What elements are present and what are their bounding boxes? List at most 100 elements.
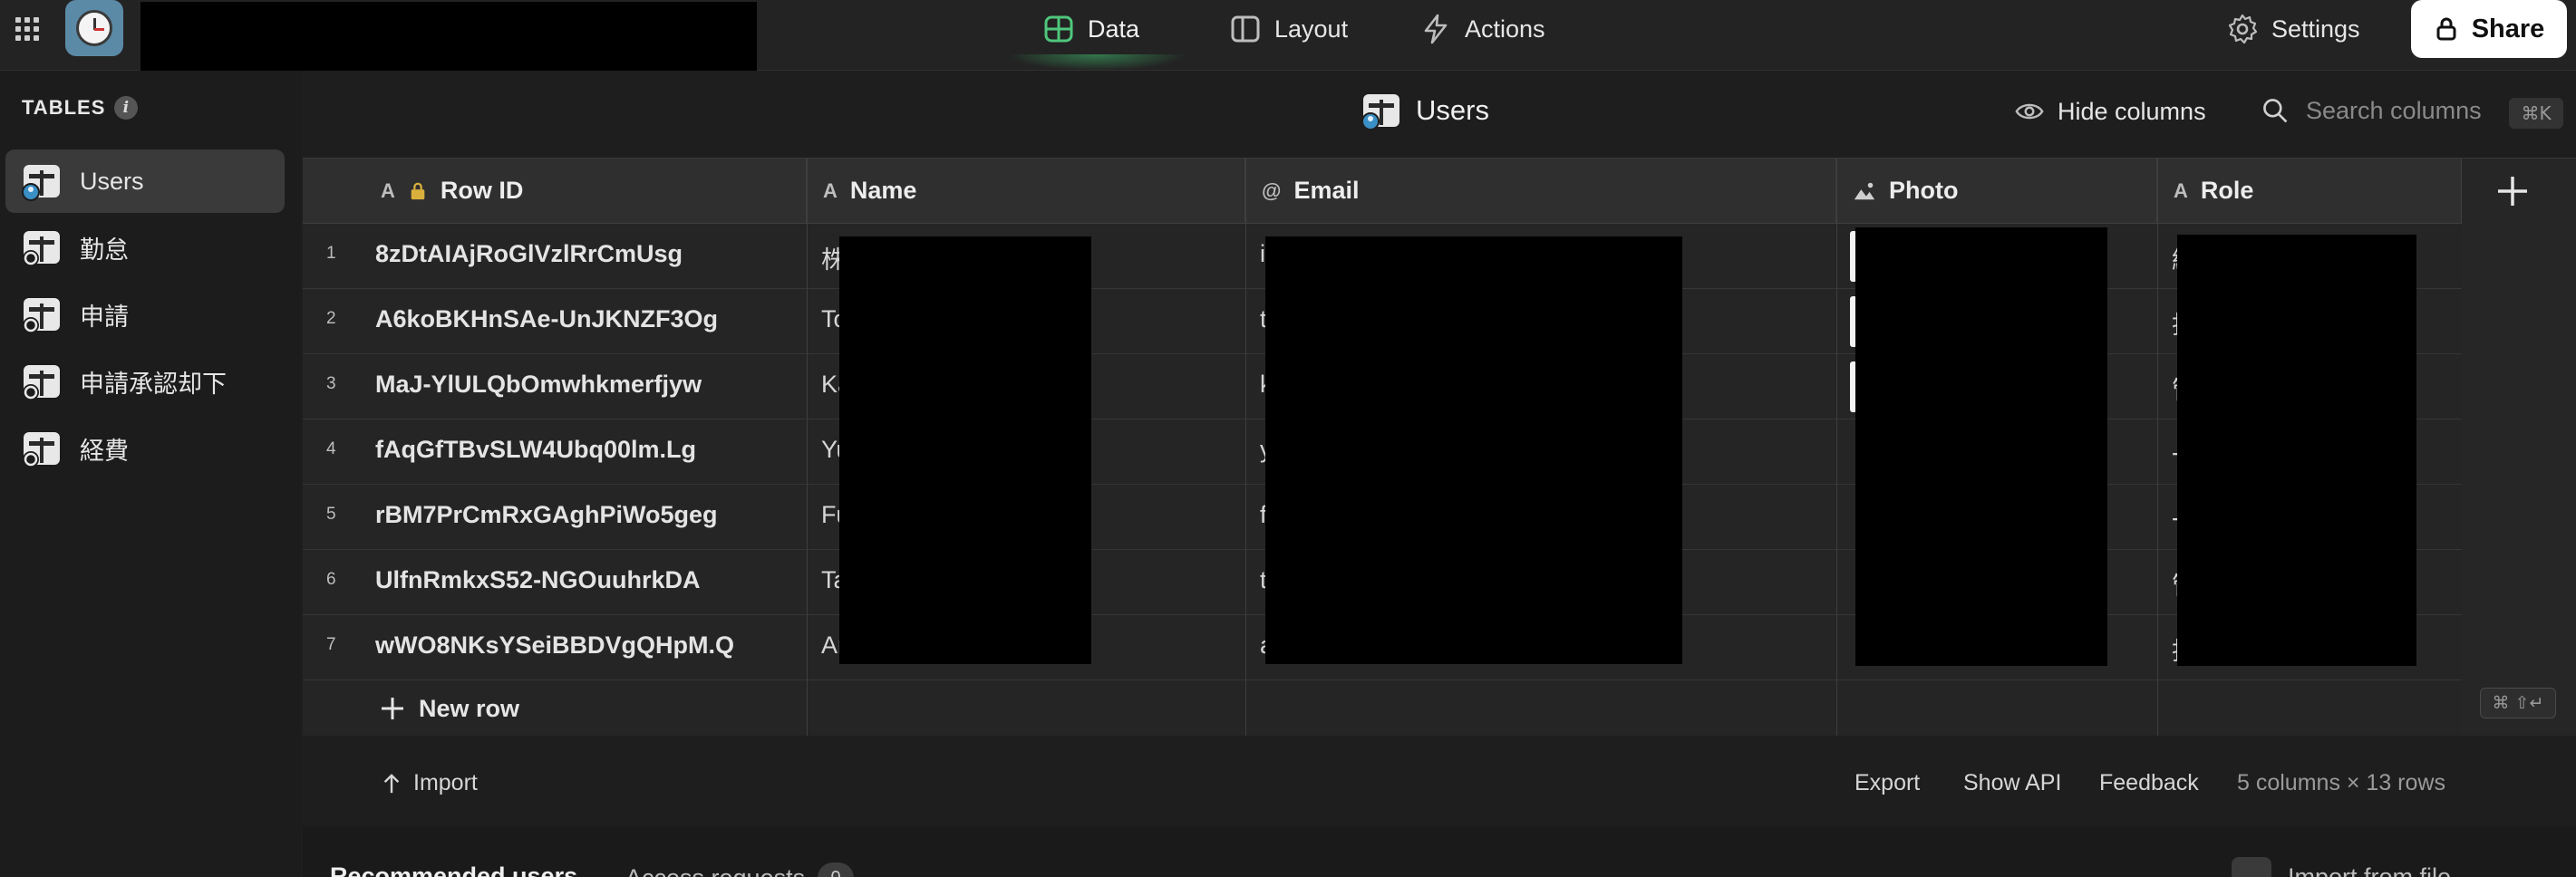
import-from-file-label: Import from file	[2288, 863, 2452, 877]
row-id-cell[interactable]: rBM7PrCmRxGAghPiWo5geg	[375, 501, 718, 529]
sidebar-item-keihi[interactable]: 経費	[5, 417, 285, 480]
text-type-icon: A	[823, 178, 838, 202]
column-header-row-id[interactable]: A Row ID	[303, 159, 807, 224]
tab-recommended-users[interactable]: Recommended users	[330, 863, 577, 877]
gear-icon	[2228, 14, 2258, 44]
row-id-cell[interactable]: fAqGfTBvSLW4Ubq00lm.Lg	[375, 436, 696, 464]
users-table-icon	[1361, 94, 1399, 130]
redacted-photo-values	[1855, 227, 2107, 666]
row-number: 7	[326, 635, 336, 654]
column-header-name[interactable]: A Name	[807, 159, 1245, 224]
tab-data-label: Data	[1088, 14, 1140, 43]
layout-icon	[1231, 15, 1260, 43]
users-table-icon	[22, 165, 60, 201]
info-icon[interactable]: i	[114, 96, 139, 120]
row-id-cell[interactable]: UlfnRmkxS52-NGOuuhrkDA	[375, 566, 701, 594]
sidebar: TABLES i Users 勤怠 申請 申請承認却下 経費	[0, 71, 301, 877]
page-title-label: Users	[1416, 94, 1489, 126]
table-link-icon	[23, 231, 60, 266]
add-column-area: ⌘ ⇧↵	[2462, 158, 2576, 736]
table-link-icon	[23, 365, 60, 400]
tab-layout[interactable]: Layout	[1229, 9, 1348, 49]
row-number: 2	[326, 309, 336, 328]
table-footer: Import Export Show API Feedback 5 column…	[303, 736, 2576, 826]
plus-icon	[382, 698, 403, 719]
settings-button[interactable]: Settings	[2226, 9, 2360, 49]
clock-icon	[76, 10, 112, 46]
hide-columns-button[interactable]: Hide columns	[2014, 96, 2206, 127]
row-number: 5	[326, 505, 336, 524]
access-requests-count-badge: 0	[818, 863, 855, 877]
tab-data[interactable]: Data	[1042, 9, 1139, 49]
redacted-name-values	[839, 236, 1091, 664]
data-grid: A Row ID A Name @ Email Photo A Role 1 8…	[303, 158, 2462, 737]
sidebar-item-shinsei[interactable]: 申請	[5, 283, 285, 346]
new-row-label: New row	[419, 694, 520, 722]
lightning-icon	[1424, 14, 1448, 44]
text-type-icon: A	[381, 178, 395, 202]
sidebar-item-shinsei-shonin[interactable]: 申請承認却下	[5, 350, 285, 413]
tab-actions[interactable]: Actions	[1419, 9, 1545, 49]
column-header-label: Photo	[1889, 177, 1959, 204]
eye-icon	[2015, 103, 2044, 120]
row-id-cell[interactable]: A6koBKHnSAe-UnJKNZF3Og	[375, 305, 718, 333]
row-id-cell[interactable]: wWO8NKsYSeiBBDVgQHpM.Q	[375, 631, 734, 660]
table-header-bar: Users Hide columns Search columns ⌘K	[301, 71, 2576, 158]
export-link[interactable]: Export	[1855, 770, 1920, 796]
sidebar-item-label: 経費	[80, 437, 129, 465]
sidebar-item-label: Users	[80, 167, 144, 195]
lock-icon	[2436, 17, 2456, 41]
row-number: 6	[326, 570, 336, 589]
table-icon	[1044, 15, 1073, 43]
access-requests-label: Access requests	[625, 864, 805, 877]
search-columns-input[interactable]: Search columns	[2261, 96, 2482, 125]
hide-columns-label: Hide columns	[2058, 97, 2206, 125]
row-id-cell[interactable]: 8zDtAIAjRoGlVzlRrCmUsg	[375, 240, 683, 268]
row-number: 4	[326, 439, 336, 458]
column-header-email[interactable]: @ Email	[1245, 159, 1836, 224]
new-row-shortcut-badge: ⌘ ⇧↵	[2480, 688, 2556, 718]
import-button[interactable]: Import	[381, 770, 478, 796]
column-header-label: Role	[2200, 177, 2254, 204]
column-divider	[1245, 159, 1246, 737]
apps-grid-icon[interactable]	[13, 14, 40, 42]
row-number: 3	[326, 374, 336, 393]
row-number: 1	[326, 244, 336, 263]
import-label: Import	[413, 770, 478, 795]
image-type-icon	[1854, 182, 1875, 199]
table-link-icon	[23, 298, 60, 333]
column-header-label: Row ID	[440, 177, 524, 204]
column-header-label: Name	[849, 177, 917, 204]
sidebar-item-label: 申請承認却下	[80, 370, 227, 398]
import-from-file-button[interactable]: Import from file	[2232, 857, 2451, 877]
show-api-link[interactable]: Show API	[1963, 770, 2061, 796]
tab-access-requests[interactable]: Access requests 0	[625, 863, 855, 877]
add-column-plus-icon[interactable]	[2494, 173, 2531, 209]
settings-label: Settings	[2271, 14, 2360, 43]
share-button[interactable]: Share	[2411, 0, 2567, 58]
email-type-icon: @	[1262, 178, 1282, 202]
column-header-label: Email	[1293, 177, 1360, 204]
top-bar: Data Layout Actions Settings Share	[0, 0, 2576, 140]
sidebar-item-label: 申請	[80, 303, 129, 331]
tables-heading: TABLES i	[22, 96, 139, 120]
column-header-role[interactable]: A Role	[2157, 159, 2462, 224]
column-header-photo[interactable]: Photo	[1836, 159, 2157, 224]
active-tab-glow	[1006, 54, 1187, 71]
page-title: Users	[1361, 91, 1489, 130]
sidebar-item-users[interactable]: Users	[5, 149, 285, 213]
row-id-cell[interactable]: MaJ-YlULQbOmwhkmerfjyw	[375, 371, 702, 399]
new-row-button[interactable]: New row	[303, 680, 2462, 737]
tab-actions-label: Actions	[1465, 14, 1545, 43]
app-logo[interactable]	[65, 0, 123, 56]
tables-heading-label: TABLES	[22, 96, 106, 119]
table-size-summary: 5 columns × 13 rows	[2237, 770, 2445, 795]
tab-layout-label: Layout	[1274, 14, 1349, 43]
share-label: Share	[2471, 14, 2545, 43]
bottom-panel: Recommended users Access requests 0 Impo…	[303, 826, 2576, 877]
sidebar-item-kintai[interactable]: 勤怠	[5, 216, 285, 279]
lock-icon	[411, 182, 425, 199]
feedback-link[interactable]: Feedback	[2099, 770, 2199, 796]
redacted-email-values	[1265, 236, 1682, 664]
sidebar-item-label: 勤怠	[80, 236, 129, 264]
